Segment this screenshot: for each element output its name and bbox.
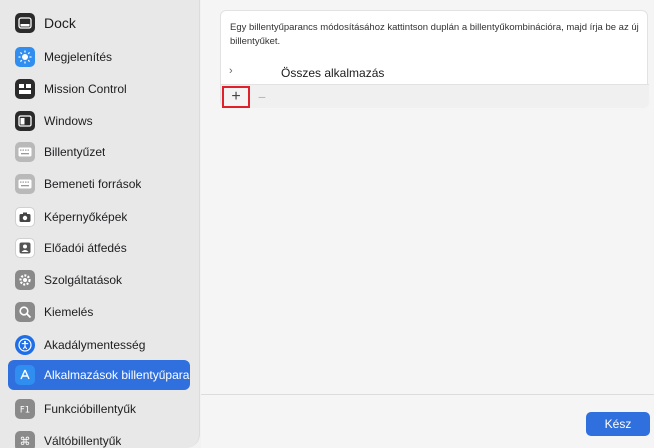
sidebar-item-screenshots[interactable]: Képernyőképek	[8, 202, 190, 232]
gear-icon	[15, 270, 35, 290]
sidebar-item-spotlight[interactable]: Kiemelés	[8, 297, 190, 327]
sidebar-item-label: Előadói átfedés	[44, 241, 127, 255]
sidebar-item-label: Funkcióbillentyűk	[44, 402, 137, 416]
sidebar-item-label: Akadálymentesség	[44, 338, 146, 352]
footer-divider	[201, 394, 654, 395]
sidebar-item-modifier-keys[interactable]: ⌘ Váltóbillentyűk	[8, 426, 190, 448]
sidebar-item-label: Billentyűzet	[44, 145, 106, 159]
app-store-icon	[15, 365, 35, 385]
sidebar-item-accessibility[interactable]: Akadálymentesség	[8, 330, 190, 360]
sidebar-item-label: Windows	[44, 114, 93, 128]
spotlight-icon	[15, 302, 35, 322]
add-shortcut-button[interactable]: +	[222, 86, 250, 108]
sidebar-item-label: Kiemelés	[44, 305, 94, 319]
main-content: Egy billentyűparancs módosításához katti…	[201, 0, 654, 448]
list-toolbar: + −	[221, 84, 649, 108]
svg-text:⌘: ⌘	[20, 435, 31, 448]
sidebar-item-input-sources[interactable]: Bemeneti források	[8, 169, 190, 199]
all-applications-row[interactable]: › Összes alkalmazás	[221, 63, 649, 83]
sidebar-item-windows[interactable]: Windows	[8, 106, 190, 136]
sidebar-item-app-shortcuts[interactable]: Alkalmazások billentyűparancsai	[8, 360, 190, 390]
display-icon	[15, 47, 35, 67]
sidebar-item-mission-control[interactable]: Mission Control	[8, 74, 190, 104]
dock-icon	[15, 13, 35, 33]
sidebar-item-label: Képernyőképek	[44, 210, 128, 224]
chevron-right-icon[interactable]: ›	[229, 65, 233, 77]
sidebar: Dock Megjelenítés Mission Control Window…	[0, 0, 200, 448]
all-applications-label: Összes alkalmazás	[281, 66, 385, 80]
mission-control-icon	[15, 79, 35, 99]
sidebar-item-function-keys[interactable]: F1 Funkcióbillentyűk	[8, 394, 190, 424]
sidebar-item-display[interactable]: Megjelenítés	[8, 42, 190, 72]
instructions-text: Egy billentyűparancs módosításához katti…	[230, 22, 639, 47]
sidebar-item-keyboard[interactable]: Billentyűzet	[8, 137, 190, 167]
sidebar-item-label: Mission Control	[44, 82, 127, 96]
svg-text:F1: F1	[20, 406, 30, 416]
shortcuts-panel: Egy billentyűparancs módosításához katti…	[220, 10, 649, 108]
windows-icon	[15, 111, 35, 131]
settings-window: Dock Megjelenítés Mission Control Window…	[0, 0, 654, 448]
sidebar-item-presenter-overlay[interactable]: Előadói átfedés	[8, 233, 190, 263]
sidebar-item-label: Alkalmazások billentyűparancsai	[44, 368, 190, 382]
input-sources-icon	[15, 174, 35, 194]
sidebar-item-label: Dock	[44, 15, 76, 31]
sidebar-item-services[interactable]: Szolgáltatások	[8, 265, 190, 295]
sidebar-item-label: Szolgáltatások	[44, 273, 123, 287]
accessibility-icon	[15, 335, 35, 355]
presenter-overlay-icon	[15, 238, 35, 258]
sidebar-item-label: Megjelenítés	[44, 50, 113, 64]
command-icon: ⌘	[15, 431, 35, 448]
remove-shortcut-button[interactable]: −	[251, 86, 273, 108]
done-button[interactable]: Kész	[586, 412, 650, 436]
keyboard-icon	[15, 142, 35, 162]
sidebar-item-label: Bemeneti források	[44, 177, 142, 191]
sidebar-item-dock[interactable]: Dock	[8, 8, 190, 38]
function-keys-icon: F1	[15, 399, 35, 419]
screenshot-icon	[15, 207, 35, 227]
sidebar-item-label: Váltóbillentyűk	[44, 434, 122, 448]
